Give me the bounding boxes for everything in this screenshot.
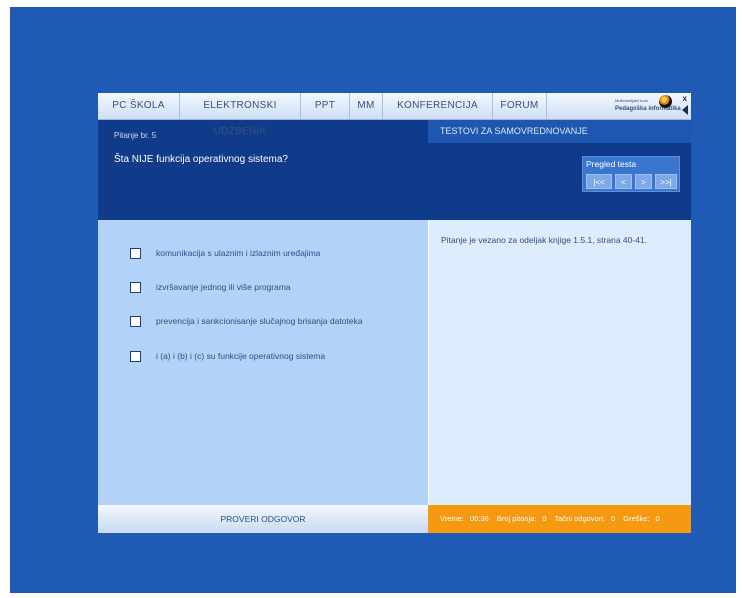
question-count-label: Broj pitanja:: [496, 514, 537, 523]
question-text: Šta NIJE funkcija operativnog sistema?: [114, 154, 288, 165]
background-frame: PC ŠKOLA ELEKTRONSKI UDŽBENIK PPT MM KON…: [10, 7, 736, 593]
last-question-button[interactable]: >>|: [655, 174, 677, 189]
status-bar: Vreme: 00:36 Broj pitanja: 0 Tačni odgovor…: [428, 505, 691, 533]
nav-pc-skola[interactable]: PC ŠKOLA: [98, 93, 180, 119]
answer-option-a[interactable]: komunikacija s ulaznim i izlaznim uređaj…: [130, 246, 320, 260]
top-navigation: PC ŠKOLA ELEKTRONSKI UDŽBENIK PPT MM KON…: [98, 93, 691, 137]
info-panel: Pitanje je vezano za odeljak knjige 1.5.…: [428, 220, 691, 505]
logo-small-text: Multimedijalni kurs: [615, 98, 648, 103]
answer-text: i (a) i (b) i (c) su funkcije operativno…: [156, 351, 326, 361]
logo-title: Pedagoška informatika: [615, 106, 681, 112]
correct-answers-value: 0: [610, 514, 616, 523]
app-window: PC ŠKOLA ELEKTRONSKI UDŽBENIK PPT MM KON…: [98, 93, 691, 533]
info-text: Pitanje je vezano za odeljak knjige 1.5.…: [441, 235, 648, 245]
correct-answers-label: Tačni odgovori:: [554, 514, 605, 523]
close-icon[interactable]: x: [683, 94, 687, 103]
previous-question-button[interactable]: <: [615, 174, 632, 189]
question-count-value: 0: [542, 514, 547, 523]
answers-panel: komunikacija s ulaznim i izlaznim uređaj…: [98, 220, 428, 505]
answer-option-b[interactable]: izvršavanje jednog ili više programa: [130, 280, 291, 294]
logo-ball-icon: [659, 95, 672, 108]
answer-checkbox[interactable]: [130, 247, 141, 259]
answer-text: komunikacija s ulaznim i izlaznim uređaj…: [156, 248, 321, 258]
question-number: Pitanje br. 5: [114, 131, 157, 140]
errors-value: 0: [655, 514, 660, 523]
check-answer-button[interactable]: PROVERI ODGOVOR: [98, 505, 428, 533]
nav-ppt[interactable]: PPT: [301, 93, 350, 119]
answer-option-c[interactable]: prevencija i sankcionisanje slučajnog br…: [130, 314, 363, 328]
first-question-button[interactable]: |<<: [586, 174, 612, 189]
nav-forum[interactable]: FORUM: [493, 93, 547, 119]
back-arrow-icon[interactable]: [682, 105, 688, 115]
answer-text: izvršavanje jednog ili više programa: [156, 282, 291, 292]
tests-heading: TESTOVI ZA SAMOVREDNOVANJE: [428, 120, 691, 143]
errors-label: Greške:: [623, 514, 650, 523]
answer-text: prevencija i sankcionisanje slučajnog br…: [156, 316, 363, 326]
test-review-title: Pregled testa: [586, 159, 637, 169]
time-value: 00:36: [469, 514, 489, 523]
logo: Multimedijalni kurs Pedagoška informatik…: [601, 93, 691, 119]
answer-option-d[interactable]: i (a) i (b) i (c) su funkcije operativno…: [130, 349, 325, 363]
nav-konferencija[interactable]: KONFERENCIJA: [383, 93, 493, 119]
time-label: Vreme:: [440, 514, 464, 523]
answer-checkbox[interactable]: [130, 350, 141, 362]
nav-mm[interactable]: MM: [350, 93, 383, 119]
answer-checkbox[interactable]: [130, 281, 141, 293]
nav-elektronski-udzbenik[interactable]: ELEKTRONSKI UDŽBENIK: [180, 93, 301, 137]
next-question-button[interactable]: >: [635, 174, 652, 189]
test-review-panel: Pregled testa |<< < > >>|: [582, 156, 680, 192]
answer-checkbox[interactable]: [130, 315, 141, 327]
